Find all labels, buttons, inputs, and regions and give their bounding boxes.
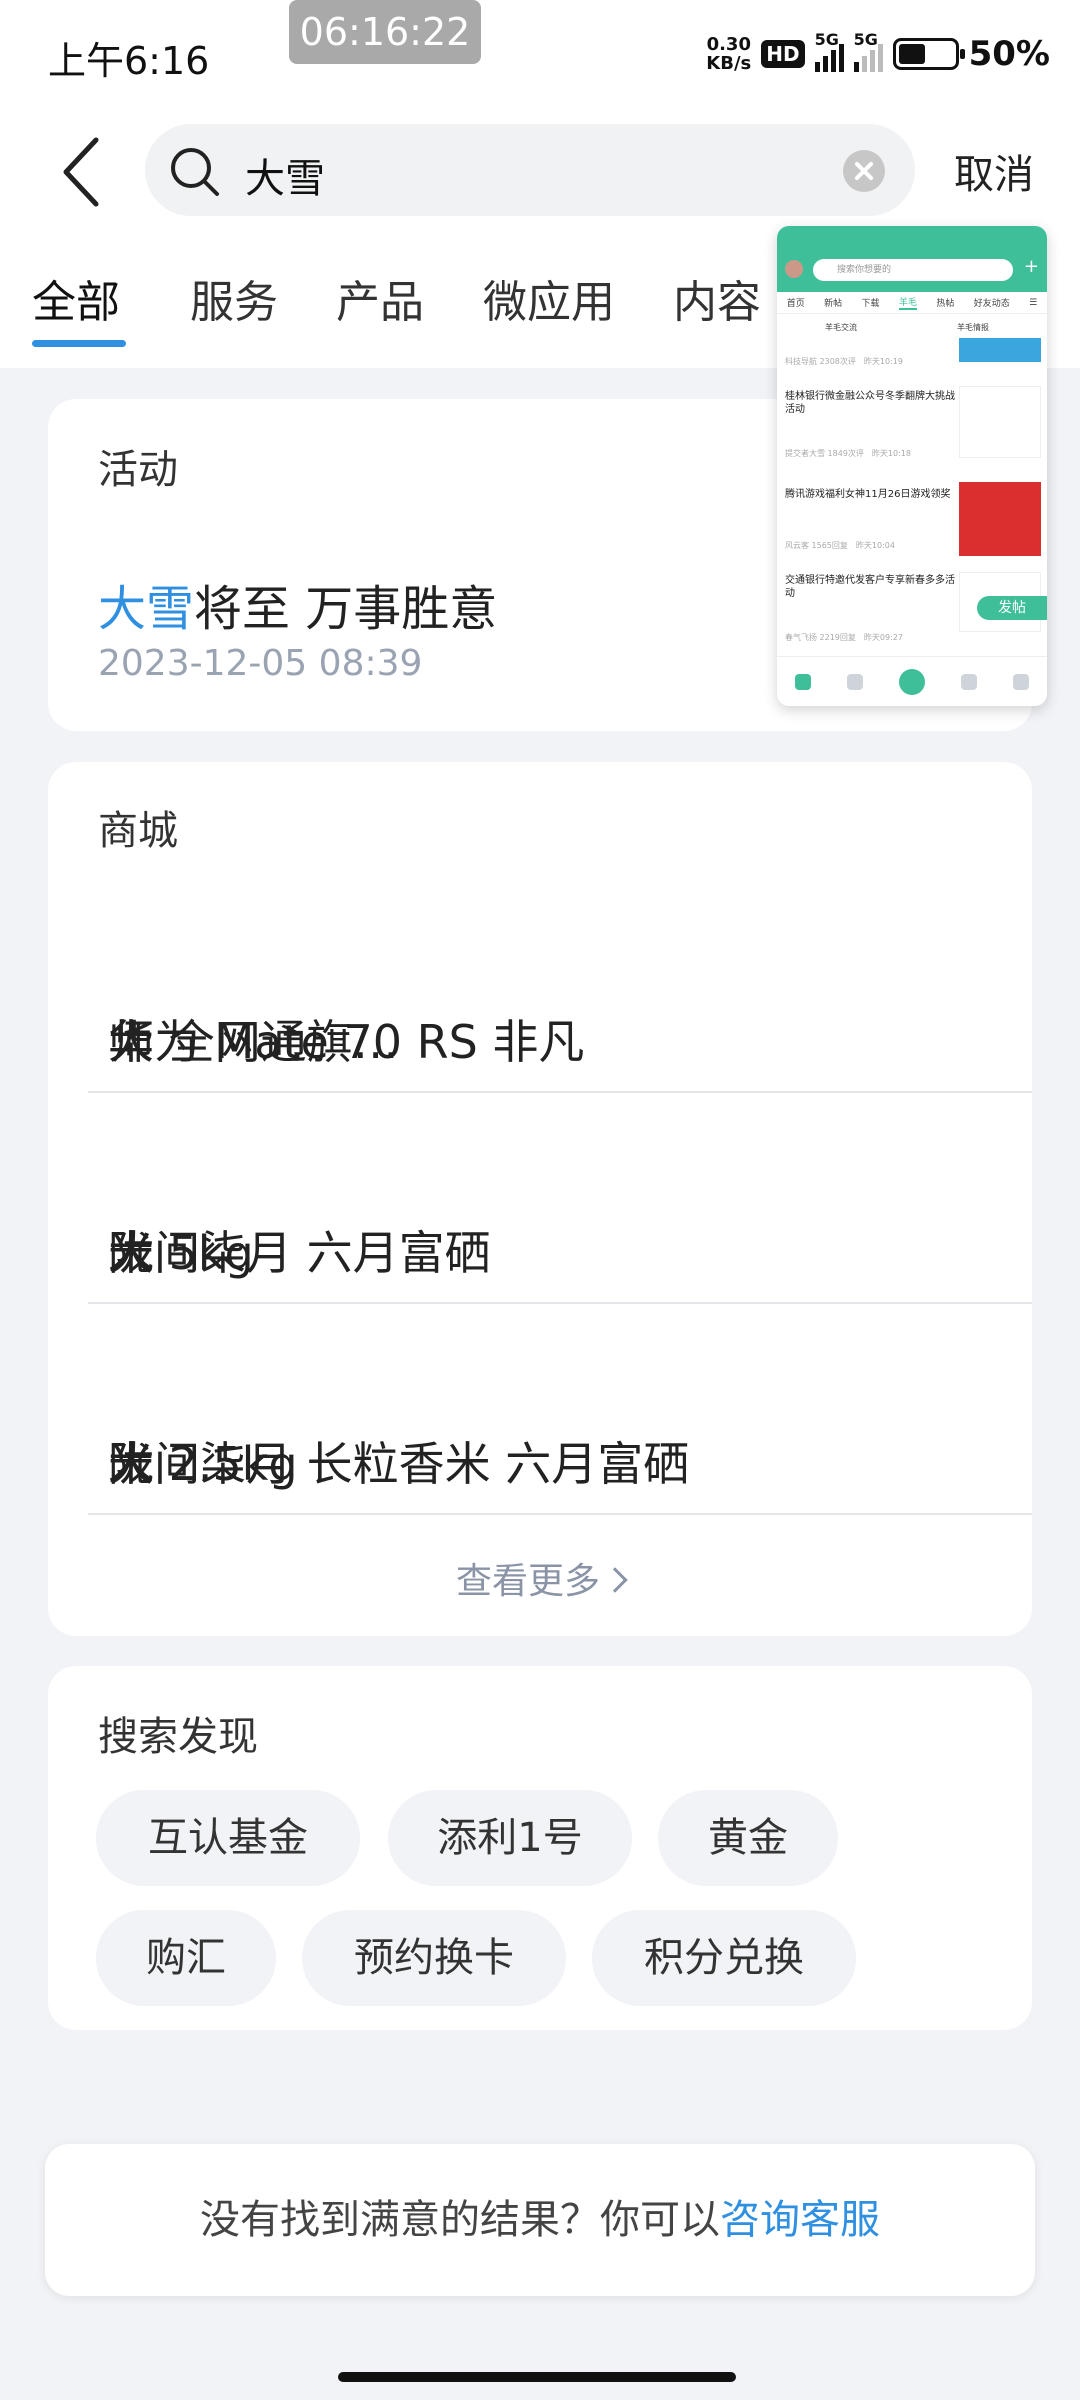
help-banner: 没有找到满意的结果？你可以咨询客服	[45, 2144, 1035, 2296]
tab-mini-apps[interactable]: 微应用	[483, 266, 615, 330]
discover-section-title: 搜索发现	[98, 1714, 258, 1760]
tab-products[interactable]: 产品	[336, 266, 424, 330]
view-more-link[interactable]: 查看更多	[48, 1552, 1032, 1604]
contact-support-link[interactable]: 咨询客服	[720, 2197, 880, 2243]
signal-sim1-icon: 5G	[814, 30, 844, 72]
activity-item-title[interactable]: 大雪将至 万事胜意	[98, 569, 497, 639]
pip-post-meta: 风云客 1565回复 昨天10:04	[785, 541, 895, 550]
mall-section-title: 商城	[98, 808, 178, 854]
discover-chip[interactable]: 预约换卡	[302, 1910, 566, 2006]
nav-icon	[847, 673, 863, 690]
coin-icon	[961, 673, 977, 690]
search-icon	[171, 148, 219, 196]
tab-content[interactable]: 内容	[673, 266, 761, 330]
discover-chip[interactable]: 黄金	[658, 1790, 838, 1886]
back-icon[interactable]	[58, 132, 108, 212]
pip-post-title: 腾讯游戏福利女神11月26日游戏领奖	[785, 489, 951, 500]
floating-app-window[interactable]: 搜索你想要的 + 首页 新帖 下载 羊毛 热帖 好友动态 ☰ 羊毛交流 羊毛情报 科技导航 …	[777, 226, 1047, 706]
pip-post-button: 发帖	[977, 596, 1047, 620]
battery-icon	[892, 38, 965, 70]
avatar	[785, 260, 803, 278]
chevron-right-icon	[602, 1567, 628, 1593]
hd-icon: HD	[761, 40, 805, 68]
tab-services[interactable]: 服务	[190, 266, 278, 330]
pip-post-meta: 提交者大雪 1849次评 昨天10:18	[785, 449, 911, 458]
tab-all[interactable]: 全部	[32, 266, 120, 330]
pip-post-meta: 春气飞扬 2219回复 昨天09:27	[785, 633, 903, 642]
active-tab-indicator	[32, 340, 126, 347]
battery-percent: 50%	[968, 34, 1050, 74]
search-input[interactable]: 大雪	[145, 124, 915, 216]
clear-icon[interactable]	[843, 150, 885, 192]
discover-chip[interactable]: 添利1号	[388, 1790, 632, 1886]
network-speed: 0.30 KB/s	[706, 34, 752, 74]
pip-thumbnail	[959, 338, 1041, 362]
add-icon	[899, 668, 925, 695]
activity-item-date: 2023-12-05 08:39	[98, 643, 423, 684]
plus-icon: +	[1023, 256, 1039, 277]
cancel-button[interactable]: 取消	[954, 142, 1034, 200]
screen-record-timer[interactable]: 06:16:22	[289, 0, 481, 64]
pip-thumbnail	[959, 386, 1041, 458]
status-bar: 上午6:16 06:16:22 0.30 KB/s HD 5G 5G 50%	[0, 0, 1080, 108]
discover-chip[interactable]: 积分兑换	[592, 1910, 856, 2006]
home-icon	[795, 673, 811, 690]
activity-section-title: 活动	[98, 447, 178, 493]
pip-search-input: 搜索你想要的	[813, 259, 1013, 281]
pip-meta: 科技导航 2308次评 昨天10:19	[785, 357, 903, 366]
mall-item[interactable]: 陇间柒月 长粒香米 六月富硒大米 2.5kg	[88, 1304, 1032, 1515]
search-header: 大雪 取消	[0, 108, 1080, 230]
mall-item[interactable]: 华为 Mate 70 RS 非凡大师 全网通旗…	[88, 882, 1032, 1093]
signal-sim2-icon: 5G	[853, 30, 883, 72]
status-indicators: 0.30 KB/s HD 5G 5G 50%	[706, 30, 1050, 76]
pip-post-title: 交通银行特邀代发客户专享新春多多活动	[785, 575, 955, 599]
pip-tabbar	[777, 656, 1047, 706]
pip-nav: 首页 新帖 下载 羊毛 热帖 好友动态 ☰	[777, 292, 1047, 314]
home-indicator[interactable]	[338, 2372, 736, 2382]
pip-thumbnail	[959, 482, 1041, 556]
pip-post-title: 桂林银行微金融公众号冬季翻牌大挑战活动	[785, 391, 955, 415]
discover-chip[interactable]: 购汇	[96, 1910, 276, 2006]
search-query[interactable]: 大雪	[245, 146, 325, 204]
status-time: 上午6:16	[48, 39, 210, 83]
search-discover-card: 搜索发现 互认基金 添利1号 黄金 购汇 预约换卡 积分兑换	[48, 1666, 1032, 2030]
message-icon	[1013, 673, 1029, 690]
mall-item[interactable]: 陇间柒月 六月富硒大米 5kg	[88, 1093, 1032, 1304]
discover-chip[interactable]: 互认基金	[96, 1790, 360, 1886]
pip-header: 搜索你想要的 +	[777, 226, 1047, 292]
mall-card: 商城 华为 Mate 70 RS 非凡大师 全网通旗… 陇间柒月 六月富硒大米 …	[48, 762, 1032, 1636]
pip-header-right: 羊毛情报	[957, 323, 989, 332]
